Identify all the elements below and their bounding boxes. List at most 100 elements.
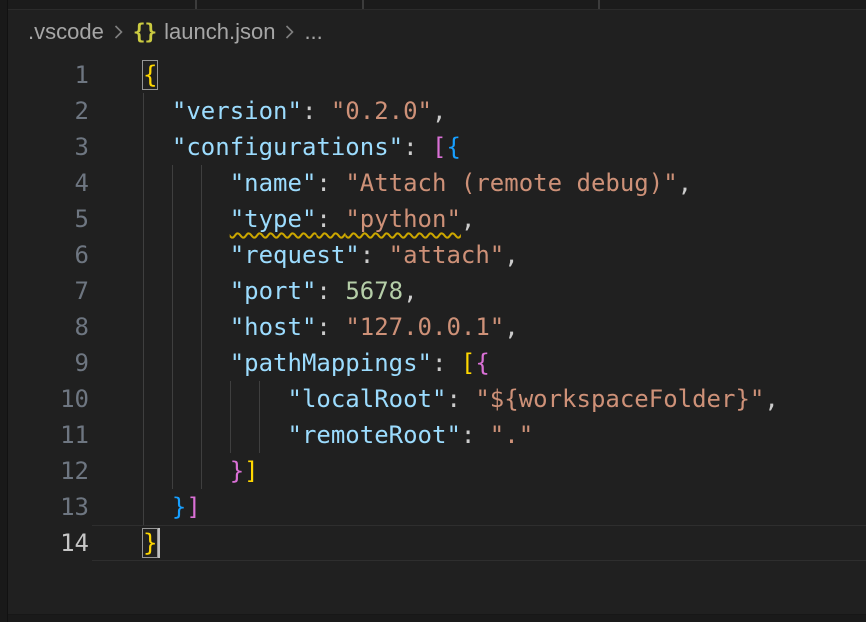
token-key[interactable]: "type" [230,205,317,233]
token-str[interactable]: "Attach (remote debug)" [345,169,677,197]
code-line-1[interactable]: 1{ [8,57,866,93]
token-str[interactable]: "0.2.0" [331,97,432,125]
token-key[interactable]: "pathMappings" [230,349,432,377]
token-ws[interactable] [143,241,230,269]
token-str[interactable]: "attach" [389,241,505,269]
line-content[interactable]: "type": "python", [143,201,475,237]
line-content[interactable]: } [143,525,157,561]
code-line-7[interactable]: 7 "port": 5678, [8,273,866,309]
token-ws[interactable] [143,493,172,521]
code-line-10[interactable]: 10 "localRoot": "${workspaceFolder}", [8,381,866,417]
line-content[interactable]: "localRoot": "${workspaceFolder}", [143,381,779,417]
token-ws[interactable] [143,205,230,233]
code-line-3[interactable]: 3 "configurations": [{ [8,129,866,165]
code-line-9[interactable]: 9 "pathMappings": [{ [8,345,866,381]
line-content[interactable]: "host": "127.0.0.1", [143,309,519,345]
line-number[interactable]: 7 [8,273,89,309]
code-line-11[interactable]: 11 "remoteRoot": "." [8,417,866,453]
token-b3[interactable]: } [172,493,186,521]
tab-bar[interactable] [8,0,866,10]
token-pun[interactable]: : [403,133,432,161]
token-b1-bracket-match[interactable]: } [143,529,157,557]
token-str[interactable]: "." [490,421,533,449]
line-content[interactable]: "remoteRoot": "." [143,417,533,453]
line-number[interactable]: 12 [8,453,89,489]
token-pun[interactable]: : [316,313,345,341]
token-ws[interactable] [143,421,288,449]
line-content[interactable]: }] [143,453,259,489]
token-b2[interactable]: ] [186,493,200,521]
line-number[interactable]: 10 [8,381,89,417]
token-pun[interactable]: , [432,97,446,125]
code-line-2[interactable]: 2 "version": "0.2.0", [8,93,866,129]
token-ws[interactable] [143,169,230,197]
token-pun[interactable]: , [461,205,475,233]
token-key[interactable]: "name" [230,169,317,197]
code-line-8[interactable]: 8 "host": "127.0.0.1", [8,309,866,345]
line-content[interactable]: "version": "0.2.0", [143,93,446,129]
token-pun[interactable]: : [302,97,331,125]
token-pun[interactable]: , [678,169,692,197]
breadcrumb-more[interactable]: ... [304,19,322,45]
token-key[interactable]: "request" [230,241,360,269]
token-pun[interactable]: : [446,385,475,413]
token-pun[interactable]: , [403,277,417,305]
breadcrumb-file[interactable]: launch.json [164,19,275,45]
token-ws[interactable] [143,313,230,341]
code-lines[interactable]: 1{2 "version": "0.2.0",3 "configurations… [8,57,866,561]
token-b3[interactable]: { [446,133,460,161]
token-key[interactable]: "localRoot" [288,385,447,413]
token-b1[interactable]: ] [244,457,258,485]
token-pun[interactable]: : [432,349,461,377]
token-num[interactable]: 5678 [345,277,403,305]
line-content[interactable]: "name": "Attach (remote debug)", [143,165,692,201]
line-content[interactable]: "port": 5678, [143,273,418,309]
line-number[interactable]: 8 [8,309,89,345]
code-line-4[interactable]: 4 "name": "Attach (remote debug)", [8,165,866,201]
code-line-5[interactable]: 5 "type": "python", [8,201,866,237]
token-ws[interactable] [143,457,230,485]
line-number[interactable]: 2 [8,93,89,129]
token-pun[interactable]: , [504,241,518,269]
line-number[interactable]: 13 [8,489,89,525]
token-b2[interactable]: { [475,349,489,377]
line-number[interactable]: 1 [8,57,89,93]
line-content[interactable]: { [143,57,157,93]
token-pun[interactable]: : [360,241,389,269]
line-number[interactable]: 14 [8,525,89,561]
line-number[interactable]: 9 [8,345,89,381]
line-content[interactable]: "request": "attach", [143,237,519,273]
token-ws[interactable] [143,133,172,161]
token-str[interactable]: "127.0.0.1" [345,313,504,341]
token-pun[interactable]: , [504,313,518,341]
token-ws[interactable] [143,385,288,413]
line-number[interactable]: 5 [8,201,89,237]
token-b1-bracket-match[interactable]: { [143,61,157,89]
code-line-14[interactable]: 14} [8,525,866,561]
token-pun[interactable]: , [764,385,778,413]
token-key[interactable]: "version" [172,97,302,125]
breadcrumb-folder[interactable]: .vscode [28,19,104,45]
token-b1[interactable]: [ [461,349,475,377]
token-str[interactable]: "python" [345,205,461,233]
token-pun[interactable]: : [316,277,345,305]
line-content[interactable]: "pathMappings": [{ [143,345,490,381]
line-content[interactable]: }] [143,489,201,525]
token-b2[interactable]: } [230,457,244,485]
line-number[interactable]: 6 [8,237,89,273]
token-pun[interactable]: : [461,421,490,449]
line-number[interactable]: 4 [8,165,89,201]
line-number[interactable]: 3 [8,129,89,165]
token-ws[interactable] [143,277,230,305]
token-pun[interactable]: : [316,205,345,233]
line-content[interactable]: "configurations": [{ [143,129,461,165]
token-ws[interactable] [143,349,230,377]
code-line-6[interactable]: 6 "request": "attach", [8,237,866,273]
token-str[interactable]: "${workspaceFolder}" [475,385,764,413]
token-pun[interactable]: : [316,169,345,197]
token-key[interactable]: "port" [230,277,317,305]
code-line-12[interactable]: 12 }] [8,453,866,489]
line-number[interactable]: 11 [8,417,89,453]
token-key[interactable]: "configurations" [172,133,403,161]
code-line-13[interactable]: 13 }] [8,489,866,525]
